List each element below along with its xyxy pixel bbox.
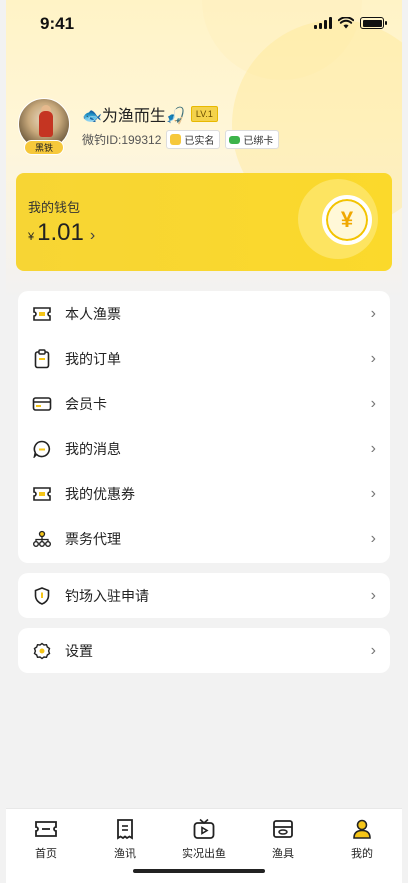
verified-badge: 已实名 [166, 130, 221, 149]
menu-item-label: 会员卡 [65, 395, 107, 412]
profile-screen: 9:41 黑铁 🐟为渔而生🎣 LV.1 微钓ID:199312 已实名 已绑卡 … [6, 0, 402, 883]
chevron-right-icon: › [89, 227, 96, 244]
chevron-right-icon: › [370, 529, 376, 547]
menu-item-label: 我的优惠券 [65, 485, 135, 502]
menu-card-settings: 设置 › [18, 628, 390, 673]
profile-header: 黑铁 🐟为渔而生🎣 LV.1 微钓ID:199312 已实名 已绑卡 [18, 98, 398, 158]
battery-icon [360, 17, 387, 29]
news-icon [113, 817, 137, 841]
id-row: 微钓ID:199312 已实名 已绑卡 [82, 130, 280, 149]
menu-item-label: 设置 [65, 642, 93, 659]
card-bound-label: 已绑卡 [243, 136, 274, 147]
card-icon [32, 394, 52, 414]
coin-icon: ¥ [322, 195, 372, 245]
verified-icon [170, 134, 182, 145]
cellular-signal-icon [314, 17, 332, 29]
home-indicator [133, 869, 265, 873]
menu-item-settings[interactable]: 设置 › [18, 628, 390, 673]
menu-item-label: 票务代理 [65, 530, 121, 547]
status-icons [314, 17, 387, 29]
agent-network-icon [32, 529, 52, 549]
menu-item-member-card[interactable]: 会员卡 › [18, 381, 390, 426]
tab-label: 渔讯 [114, 848, 136, 860]
rank-badge: 黑铁 [24, 140, 64, 155]
level-badge: LV.1 [190, 106, 218, 122]
verified-label: 已实名 [184, 136, 215, 147]
chevron-right-icon: › [370, 349, 376, 367]
menu-card-venue: 钓场入驻申请 › [18, 573, 390, 618]
app-frame: 9:41 黑铁 🐟为渔而生🎣 LV.1 微钓ID:199312 已实名 已绑卡 … [0, 0, 408, 883]
gear-icon [32, 641, 52, 661]
chat-bubble-icon [32, 439, 52, 459]
currency-symbol: ¥ [28, 231, 35, 243]
clipboard-icon [32, 349, 52, 369]
menu-item-label: 本人渔票 [65, 305, 121, 322]
user-id: 微钓ID:199312 [82, 133, 162, 147]
wifi-icon [338, 17, 354, 29]
coupon-icon [32, 484, 52, 504]
wallet-balance: ¥ 1.01 › [28, 219, 95, 247]
menu-item-ticket-agent[interactable]: 票务代理 › [18, 516, 390, 561]
shield-icon [32, 586, 52, 606]
chevron-right-icon: › [370, 586, 376, 604]
bank-card-icon [229, 135, 241, 144]
menu-card-main: 本人渔票 › 我的订单 › 会员卡 › 我的消息 › 我的优惠券 › 票务代理 … [18, 291, 390, 563]
tab-news[interactable]: 渔讯 [95, 817, 155, 861]
tab-live-catch[interactable]: 实况出鱼 [174, 817, 234, 861]
tackle-box-icon [271, 817, 295, 841]
nickname-row: 🐟为渔而生🎣 LV.1 [82, 102, 218, 126]
tab-label: 实况出鱼 [182, 848, 226, 860]
tab-mine[interactable]: 我的 [332, 817, 392, 861]
ticket-icon [32, 304, 52, 324]
menu-item-messages[interactable]: 我的消息 › [18, 426, 390, 471]
chevron-right-icon: › [370, 304, 376, 322]
menu-item-venue-application[interactable]: 钓场入驻申请 › [18, 573, 390, 618]
live-video-icon [192, 817, 216, 841]
menu-item-orders[interactable]: 我的订单 › [18, 336, 390, 381]
menu-item-coupons[interactable]: 我的优惠券 › [18, 471, 390, 516]
menu-item-label: 我的消息 [65, 440, 121, 457]
menu-item-label: 我的订单 [65, 350, 121, 367]
menu-item-label: 钓场入驻申请 [65, 587, 149, 604]
nickname: 🐟为渔而生🎣 [82, 108, 186, 125]
chevron-right-icon: › [370, 439, 376, 457]
profile-icon [350, 817, 374, 841]
menu-item-my-tickets[interactable]: 本人渔票 › [18, 291, 390, 336]
chevron-right-icon: › [370, 641, 376, 659]
chevron-right-icon: › [370, 394, 376, 412]
home-ticket-icon [34, 817, 58, 841]
tab-tackle[interactable]: 渔具 [253, 817, 313, 861]
tab-home[interactable]: 首页 [16, 817, 76, 861]
tab-label: 首页 [35, 848, 57, 860]
chevron-right-icon: › [370, 484, 376, 502]
tab-label: 渔具 [272, 848, 294, 860]
tab-label: 我的 [351, 848, 373, 860]
card-bound-badge: 已绑卡 [225, 130, 280, 149]
wallet-title: 我的钱包 [28, 200, 81, 215]
status-bar: 9:41 [6, 0, 402, 48]
balance-value: 1.01 [37, 219, 84, 246]
wallet-card[interactable]: 我的钱包 ¥ 1.01 › ¥ [16, 173, 392, 271]
status-time: 9:41 [40, 14, 75, 33]
avatar[interactable]: 黑铁 [18, 98, 72, 156]
